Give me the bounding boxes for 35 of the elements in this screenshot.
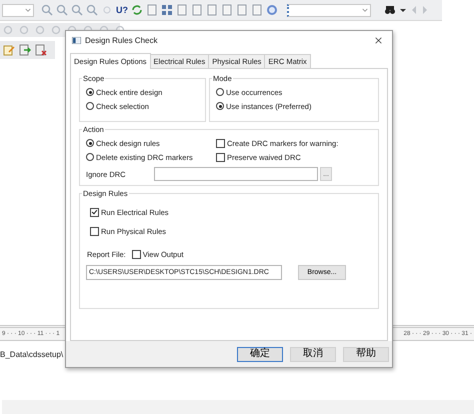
dialog-button[interactable]: 帮助 <box>343 346 389 362</box>
binoculars-icon[interactable] <box>384 4 396 16</box>
pin-icon[interactable] <box>34 24 46 36</box>
document-icon[interactable] <box>206 4 218 16</box>
help-icon[interactable] <box>266 4 278 16</box>
pin-icon[interactable] <box>2 24 14 36</box>
pin-icon[interactable] <box>18 24 30 36</box>
dropdown-field[interactable] <box>2 4 34 16</box>
magnifier-icon[interactable] <box>86 4 98 16</box>
output-text: B_Data\cdssetup\ <box>0 350 64 359</box>
document-icon[interactable] <box>176 4 188 16</box>
document-icon[interactable] <box>191 4 203 16</box>
pin-icon[interactable] <box>50 24 62 36</box>
edit-icon[interactable] <box>3 44 15 56</box>
search-dropdown[interactable] <box>287 4 371 16</box>
window-title: Design Rules Check <box>85 36 158 45</box>
delete-icon[interactable] <box>35 44 47 56</box>
grid-icon[interactable] <box>161 4 173 16</box>
refresh-icon[interactable] <box>131 4 143 16</box>
export-icon[interactable] <box>19 44 31 56</box>
dialog-button[interactable]: 确定 <box>237 346 283 362</box>
document-icon[interactable] <box>221 4 233 16</box>
document-icon[interactable] <box>146 4 158 16</box>
magnifier-icon[interactable] <box>71 4 83 16</box>
close-icon[interactable] <box>375 37 382 44</box>
magnifier-icon[interactable] <box>41 4 53 16</box>
input-field[interactable] <box>154 167 318 181</box>
document-icon[interactable] <box>251 4 263 16</box>
dialog-button[interactable]: 取消 <box>290 346 336 362</box>
magnifier-icon[interactable] <box>56 4 68 16</box>
document-icon[interactable] <box>236 4 248 16</box>
forward-arrow-icon[interactable] <box>421 4 429 16</box>
app-icon <box>72 37 81 44</box>
circle-icon[interactable] <box>101 4 113 16</box>
annotate-icon[interactable]: U? <box>116 5 128 15</box>
